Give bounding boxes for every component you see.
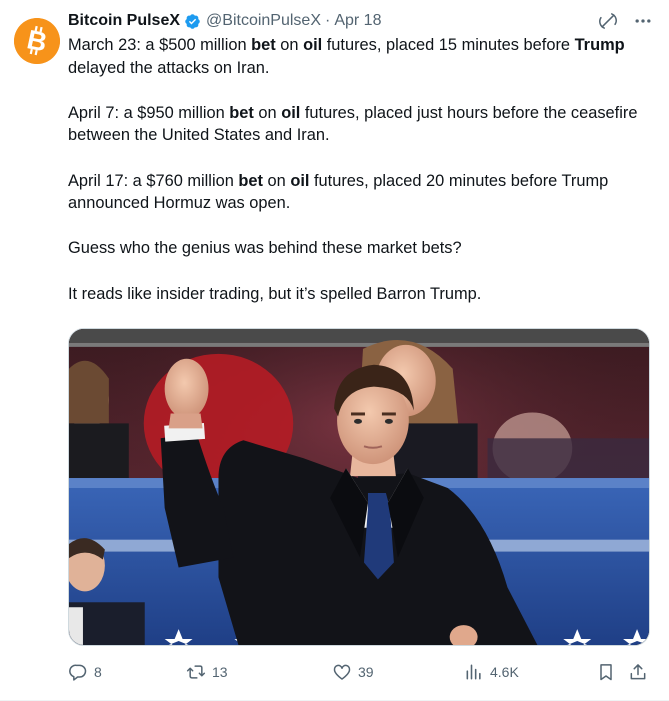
highlight-term: oil bbox=[290, 171, 310, 190]
like-button[interactable]: 39 bbox=[332, 662, 374, 682]
tweet-paragraph-2: April 7: a $950 million bet on oil futur… bbox=[68, 102, 654, 147]
text-segment: futures, placed 15 minutes before bbox=[322, 36, 575, 54]
repost-count: 13 bbox=[212, 664, 228, 680]
reply-icon bbox=[69, 664, 87, 681]
text-segment: on bbox=[253, 103, 282, 122]
avatar[interactable]: B bbox=[14, 18, 60, 64]
tweet-content: Bitcoin PulseX @BitcoinPulseX · Apr 18 M… bbox=[68, 10, 654, 305]
like-count: 39 bbox=[358, 664, 374, 680]
tweet-text: March 23: a $500 million bet on oil futu… bbox=[68, 34, 654, 305]
text-segment: March 23: a $500 million bbox=[68, 36, 252, 54]
share-button[interactable] bbox=[628, 662, 648, 682]
repost-icon bbox=[186, 665, 206, 679]
photo-image bbox=[69, 329, 649, 645]
bitcoin-logo-icon: B bbox=[14, 18, 60, 64]
author-handle[interactable]: @BitcoinPulseX bbox=[206, 12, 321, 30]
views-button[interactable]: 4.6K bbox=[464, 662, 519, 682]
bookmark-icon bbox=[600, 664, 612, 681]
tweet-photo[interactable] bbox=[68, 328, 650, 646]
views-count: 4.6K bbox=[490, 664, 519, 680]
text-segment: delayed the attacks on Iran. bbox=[68, 58, 270, 77]
tweet-paragraph-1: March 23: a $500 million bet on oil futu… bbox=[68, 34, 654, 79]
highlight-term: oil bbox=[303, 36, 323, 54]
text-segment: April 17: a $760 million bbox=[68, 171, 239, 190]
tweet-paragraph-3: April 17: a $760 million bet on oil futu… bbox=[68, 170, 654, 215]
text-segment: on bbox=[275, 36, 304, 54]
like-icon bbox=[333, 664, 351, 680]
highlight-term: oil bbox=[281, 103, 301, 122]
tweet-paragraph-4: Guess who the genius was behind these ma… bbox=[68, 239, 462, 258]
action-bar: 8 13 39 4.6K bbox=[68, 660, 654, 684]
highlight-term: bet bbox=[238, 171, 263, 190]
text-segment: on bbox=[262, 171, 291, 190]
share-icon bbox=[630, 664, 646, 680]
highlight-term: Trump bbox=[574, 36, 625, 54]
author-name[interactable]: Bitcoin PulseX bbox=[68, 12, 180, 30]
grok-icon[interactable] bbox=[598, 11, 618, 31]
tweet[interactable]: B Bitcoin PulseX @BitcoinPulseX · Apr 18 bbox=[0, 0, 669, 701]
highlight-term: bet bbox=[229, 103, 254, 122]
repost-button[interactable]: 13 bbox=[186, 662, 228, 682]
tweet-header: Bitcoin PulseX @BitcoinPulseX · Apr 18 bbox=[68, 10, 654, 32]
reply-count: 8 bbox=[94, 664, 102, 680]
views-icon bbox=[466, 664, 481, 680]
separator-dot: · bbox=[325, 12, 331, 29]
highlight-term: bet bbox=[251, 36, 276, 54]
bookmark-button[interactable] bbox=[596, 662, 616, 682]
more-icon[interactable] bbox=[632, 11, 654, 31]
reply-button[interactable]: 8 bbox=[68, 662, 102, 682]
verified-badge-icon bbox=[184, 13, 201, 30]
text-segment: April 7: a $950 million bbox=[68, 103, 230, 122]
tweet-date[interactable]: Apr 18 bbox=[334, 12, 381, 30]
header-actions bbox=[598, 11, 654, 31]
tweet-paragraph-5: It reads like insider trading, but it’s … bbox=[68, 284, 482, 303]
